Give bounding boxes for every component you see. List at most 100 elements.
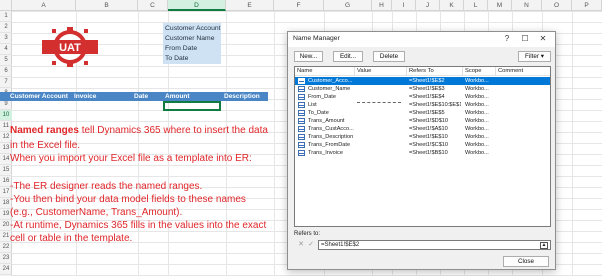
name-row[interactable]: From_Date =Sheet1!$E$4 Workbo...: [295, 93, 550, 101]
named-range-icon: [298, 150, 305, 156]
name-row-name: Customer_Acco...: [308, 78, 353, 84]
column-header-f[interactable]: F: [274, 0, 324, 11]
name-row-refers: =Sheet1!$C$10: [409, 142, 449, 148]
note-line-6: -You then bind your data model fields to…: [10, 194, 246, 205]
name-row[interactable]: List =Sheet1!$E$10:$E$10 Workbo...: [295, 101, 550, 109]
refers-to-row: ✕ ✓ =Sheet1!$E$2 ▲: [294, 240, 551, 250]
th-amount[interactable]: Amount: [165, 92, 190, 101]
gridline: [274, 11, 275, 276]
name-row[interactable]: Trans_Description =Sheet1!$E$10 Workbo...: [295, 133, 550, 141]
close-button[interactable]: Close: [503, 256, 549, 267]
filter-label: Filter: [525, 53, 540, 60]
note-line-7: (e.g., CustomerName, Trans_Amount).: [10, 207, 183, 218]
column-header-h[interactable]: H: [372, 0, 392, 11]
row-header-7[interactable]: 7: [0, 77, 12, 88]
new-button[interactable]: New...: [294, 51, 323, 62]
named-range-icon: [298, 94, 305, 100]
named-range-icon: [298, 110, 305, 116]
row-header-15[interactable]: 15: [0, 165, 12, 176]
name-row-scope: Workbo...: [465, 134, 489, 140]
col-comment[interactable]: Comment: [498, 68, 523, 74]
name-row-scope: Workbo...: [465, 86, 489, 92]
row-header-1[interactable]: 1: [0, 11, 12, 22]
confirm-edit-icon[interactable]: ✓: [306, 240, 316, 250]
name-row-name: Trans_Amount: [308, 118, 345, 124]
column-header-d[interactable]: D: [168, 0, 226, 11]
th-invoice[interactable]: Invoice: [74, 92, 96, 101]
note-line-9: cell or table in the template.: [10, 233, 133, 244]
column-header-i[interactable]: I: [392, 0, 416, 11]
name-row[interactable]: Customer_Name =Sheet1!$E$3 Workbo...: [295, 85, 550, 93]
active-cell-d10[interactable]: [163, 101, 221, 111]
name-row-name: Customer_Name: [308, 86, 351, 92]
gridline: [138, 11, 139, 276]
name-manager-dialog: Name Manager ? ☐ ✕ New... Edit... Delete…: [287, 31, 556, 270]
name-row-refers: =Sheet1!$E$5: [409, 110, 445, 116]
row-header-23[interactable]: 23: [0, 253, 12, 264]
collapse-dialog-icon[interactable]: ▲: [540, 242, 548, 249]
filter-button[interactable]: Filter ▾: [518, 51, 551, 62]
refers-to-label: Refers to:: [294, 231, 321, 237]
column-header-k[interactable]: K: [440, 0, 464, 11]
delete-button[interactable]: Delete: [373, 51, 405, 62]
table-header-row: Customer Account Invoice Date Amount Des…: [0, 92, 268, 101]
name-row-name: Trans_FromDate: [308, 142, 351, 148]
maximize-icon[interactable]: ☐: [517, 33, 533, 45]
name-row[interactable]: Customer_Acco... =Sheet1!$E$2 Workbo...: [295, 77, 550, 85]
dialog-titlebar[interactable]: Name Manager ? ☐ ✕: [288, 32, 555, 47]
name-row[interactable]: Trans_Invoice =Sheet1!$B$10 Workbo...: [295, 149, 550, 157]
refers-to-input[interactable]: =Sheet1!$E$2 ▲: [318, 240, 551, 250]
name-row-refers: =Sheet1!$D$10: [409, 118, 449, 124]
column-header-e[interactable]: E: [226, 0, 274, 11]
name-row[interactable]: Trans_Amount =Sheet1!$D$10 Workbo...: [295, 117, 550, 125]
column-header-c[interactable]: C: [138, 0, 168, 11]
name-row-scope: Workbo...: [465, 126, 489, 132]
th-customer-account[interactable]: Customer Account: [10, 92, 68, 101]
row-header-5[interactable]: 5: [0, 55, 12, 66]
row-header-6[interactable]: 6: [0, 66, 12, 77]
row-header-2[interactable]: 2: [0, 22, 12, 33]
named-range-icon: [298, 126, 305, 132]
row-header-10[interactable]: 10: [0, 110, 12, 121]
column-header-m[interactable]: M: [488, 0, 512, 11]
note-line-2: in the Excel file.: [10, 140, 81, 151]
column-header-a[interactable]: A: [12, 0, 76, 11]
named-range-icon: [298, 86, 305, 92]
note-line-3: When you import your Excel file as a tem…: [10, 153, 252, 164]
th-description[interactable]: Description: [224, 92, 260, 101]
name-row-scope: Workbo...: [465, 110, 489, 116]
row-header-3[interactable]: 3: [0, 33, 12, 44]
th-date[interactable]: Date: [134, 92, 148, 101]
row-header-4[interactable]: 4: [0, 44, 12, 55]
name-row-refers: =Sheet1!$E$4: [409, 94, 445, 100]
close-icon[interactable]: ✕: [535, 33, 551, 45]
value-marquee: [357, 102, 401, 103]
name-row[interactable]: Trans_CustAcco... =Sheet1!$A$10 Workbo...: [295, 125, 550, 133]
help-button[interactable]: ?: [499, 33, 515, 45]
names-list-header: Name Value Refers To Scope Comment: [295, 67, 550, 76]
row-header-24[interactable]: 24: [0, 264, 12, 275]
name-row-refers: =Sheet1!$E$3: [409, 86, 445, 92]
column-header-n[interactable]: N: [512, 0, 542, 11]
col-refers-to[interactable]: Refers To: [409, 68, 434, 74]
column-header-b[interactable]: B: [76, 0, 138, 11]
column-headers: ABCDEFGHIJKLMNOP: [0, 0, 602, 11]
named-range-icon: [298, 134, 305, 140]
column-header-l[interactable]: L: [464, 0, 488, 11]
select-all-corner[interactable]: [0, 0, 12, 11]
name-row-name: Trans_CustAcco...: [308, 126, 354, 132]
column-header-p[interactable]: P: [572, 0, 602, 11]
uat-logo: UAT: [42, 27, 98, 67]
named-field-to-date[interactable]: To Date: [163, 53, 221, 64]
column-header-o[interactable]: O: [542, 0, 572, 11]
col-scope[interactable]: Scope: [465, 68, 481, 74]
name-row[interactable]: To_Date =Sheet1!$E$5 Workbo...: [295, 109, 550, 117]
name-row[interactable]: Trans_FromDate =Sheet1!$C$10 Workbo...: [295, 141, 550, 149]
edit-button[interactable]: Edit...: [333, 51, 363, 62]
column-header-g[interactable]: G: [324, 0, 372, 11]
names-list[interactable]: Name Value Refers To Scope Comment Custo…: [294, 66, 551, 227]
col-name[interactable]: Name: [297, 68, 312, 74]
column-header-j[interactable]: J: [416, 0, 440, 11]
cancel-edit-icon[interactable]: ✕: [296, 240, 306, 250]
col-value[interactable]: Value: [357, 68, 371, 74]
